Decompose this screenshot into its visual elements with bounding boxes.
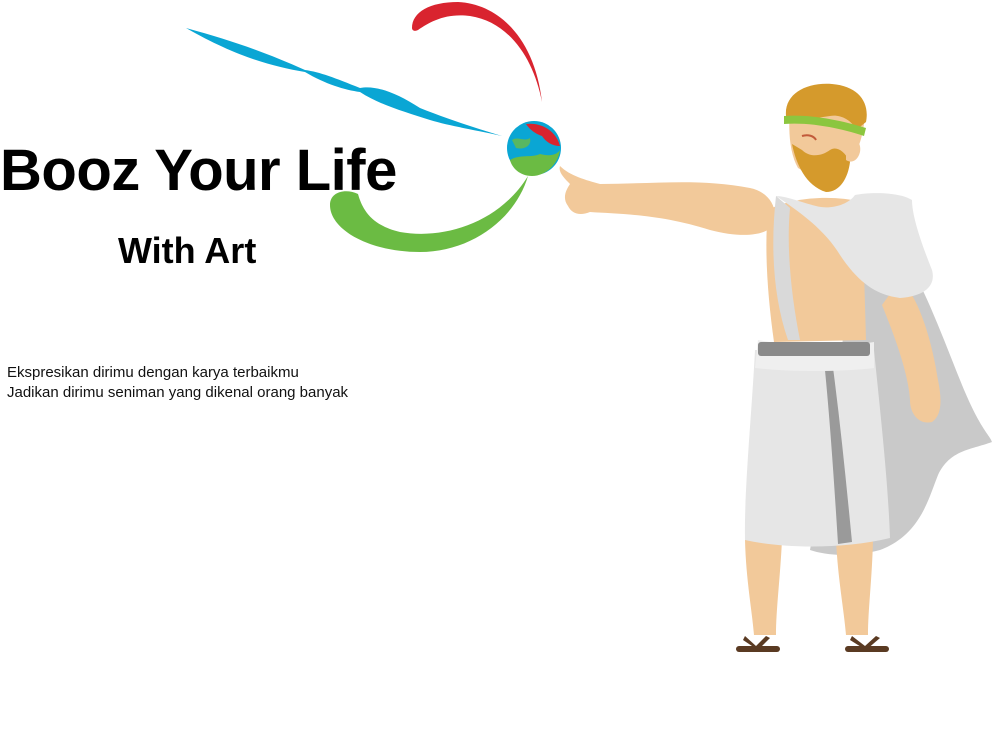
blue-swoosh: [186, 28, 502, 136]
philosopher-illustration: [559, 83, 992, 652]
red-swoosh: [412, 2, 542, 102]
tagline: Ekspresikan dirimu dengan karya terbaikm…: [7, 363, 348, 403]
head: [784, 83, 867, 192]
pointing-arm: [559, 166, 775, 235]
sandals: [736, 636, 889, 652]
belt: [758, 342, 870, 356]
right-leg: [836, 540, 873, 635]
logo-swoosh-graphic: [186, 2, 561, 252]
tagline-line-1: Ekspresikan dirimu dengan karya terbaikm…: [7, 364, 299, 381]
hero-title: Booz Your Life: [0, 138, 397, 203]
toga-skirt: [744, 350, 890, 547]
hero-subtitle: With Art: [118, 230, 257, 271]
tagline-line-2: Jadikan dirimu seniman yang dikenal oran…: [7, 384, 349, 401]
left-leg: [745, 540, 782, 635]
